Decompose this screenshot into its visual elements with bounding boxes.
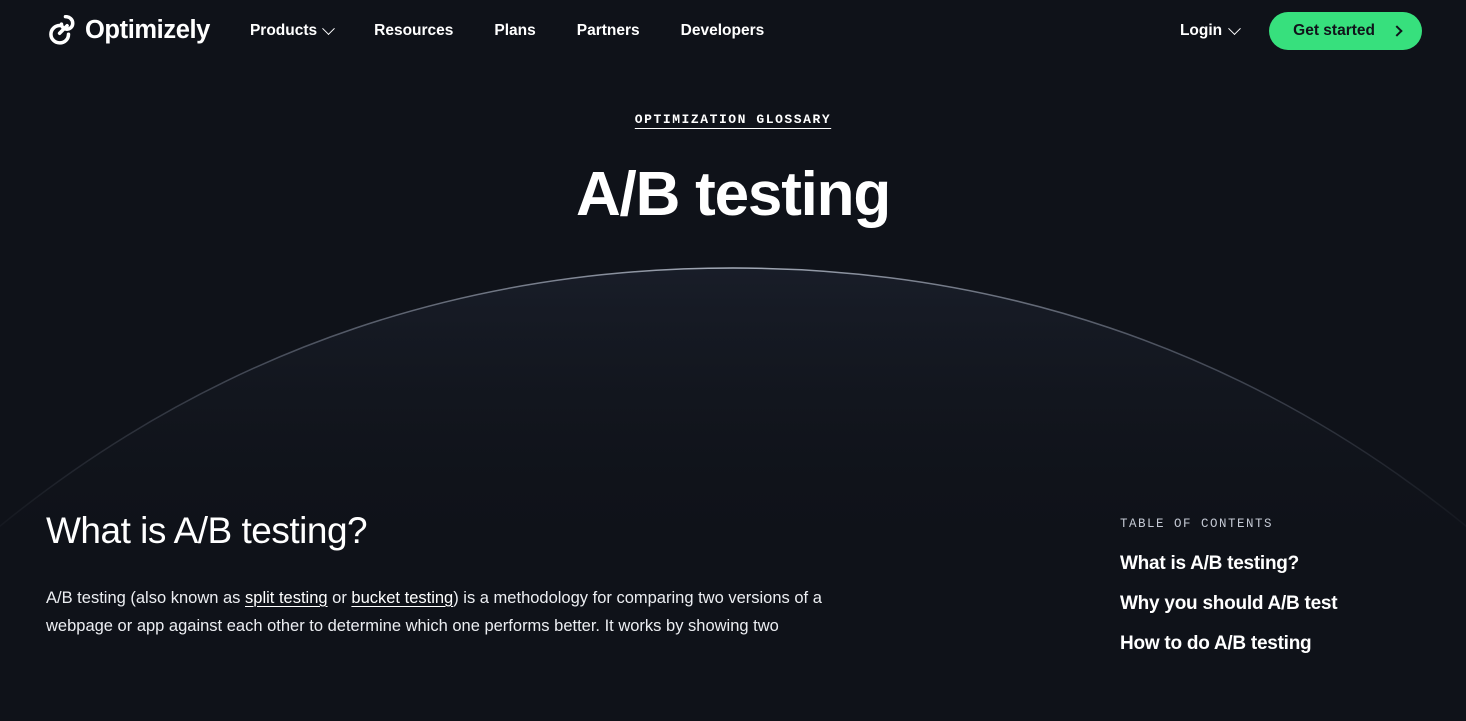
nav-item-developers[interactable]: Developers	[681, 16, 765, 46]
login-menu[interactable]: Login	[1176, 16, 1243, 46]
chevron-right-icon	[1391, 25, 1402, 36]
get-started-button[interactable]: Get started	[1269, 12, 1422, 50]
bucket-testing-link[interactable]: bucket testing	[351, 589, 453, 607]
nav-link-list: Products Resources Plans Partners Develo…	[250, 16, 764, 46]
optimization-glossary-link[interactable]: OPTIMIZATION GLOSSARY	[635, 112, 831, 127]
nav-item-plans[interactable]: Plans	[494, 16, 535, 46]
nav-item-partners[interactable]: Partners	[577, 16, 640, 46]
paragraph-text-between-links: or	[328, 589, 352, 607]
main-navigation: Optimizely Products Resources Plans Part…	[0, 0, 1466, 62]
content-area: What is A/B testing? A/B testing (also k…	[0, 510, 1466, 673]
nav-item-resources-label: Resources	[374, 22, 453, 40]
toc-label: TABLE OF CONTENTS	[1120, 517, 1420, 531]
page-title: A/B testing	[0, 162, 1466, 227]
login-label: Login	[1180, 22, 1222, 40]
nav-item-products[interactable]: Products	[250, 16, 333, 46]
brand-logo-link[interactable]: Optimizely	[46, 17, 210, 45]
brand-name: Optimizely	[85, 18, 210, 44]
table-of-contents: TABLE OF CONTENTS What is A/B testing? W…	[1120, 510, 1420, 673]
get-started-label: Get started	[1293, 23, 1375, 39]
hero-section: OPTIMIZATION GLOSSARY A/B testing	[0, 62, 1466, 227]
nav-right-group: Login Get started	[1176, 12, 1422, 50]
nav-item-developers-label: Developers	[681, 22, 765, 40]
split-testing-link[interactable]: split testing	[245, 589, 328, 607]
article-body: What is A/B testing? A/B testing (also k…	[46, 510, 866, 640]
toc-item-how-to-do-ab-testing[interactable]: How to do A/B testing	[1120, 633, 1420, 655]
nav-item-resources[interactable]: Resources	[374, 16, 453, 46]
chevron-down-icon	[322, 22, 335, 35]
article-paragraph: A/B testing (also known as split testing…	[46, 584, 836, 640]
toc-item-why-you-should-ab-test[interactable]: Why you should A/B test	[1120, 593, 1420, 615]
toc-item-what-is-ab-testing[interactable]: What is A/B testing?	[1120, 553, 1420, 575]
nav-item-products-label: Products	[250, 22, 317, 40]
optimizely-mark-icon	[46, 15, 76, 45]
chevron-down-icon	[1228, 22, 1241, 35]
nav-item-partners-label: Partners	[577, 22, 640, 40]
article-heading: What is A/B testing?	[46, 510, 866, 553]
nav-item-plans-label: Plans	[494, 22, 535, 40]
paragraph-text-before-link: A/B testing (also known as	[46, 589, 245, 607]
toc-list: What is A/B testing? Why you should A/B …	[1120, 553, 1420, 655]
